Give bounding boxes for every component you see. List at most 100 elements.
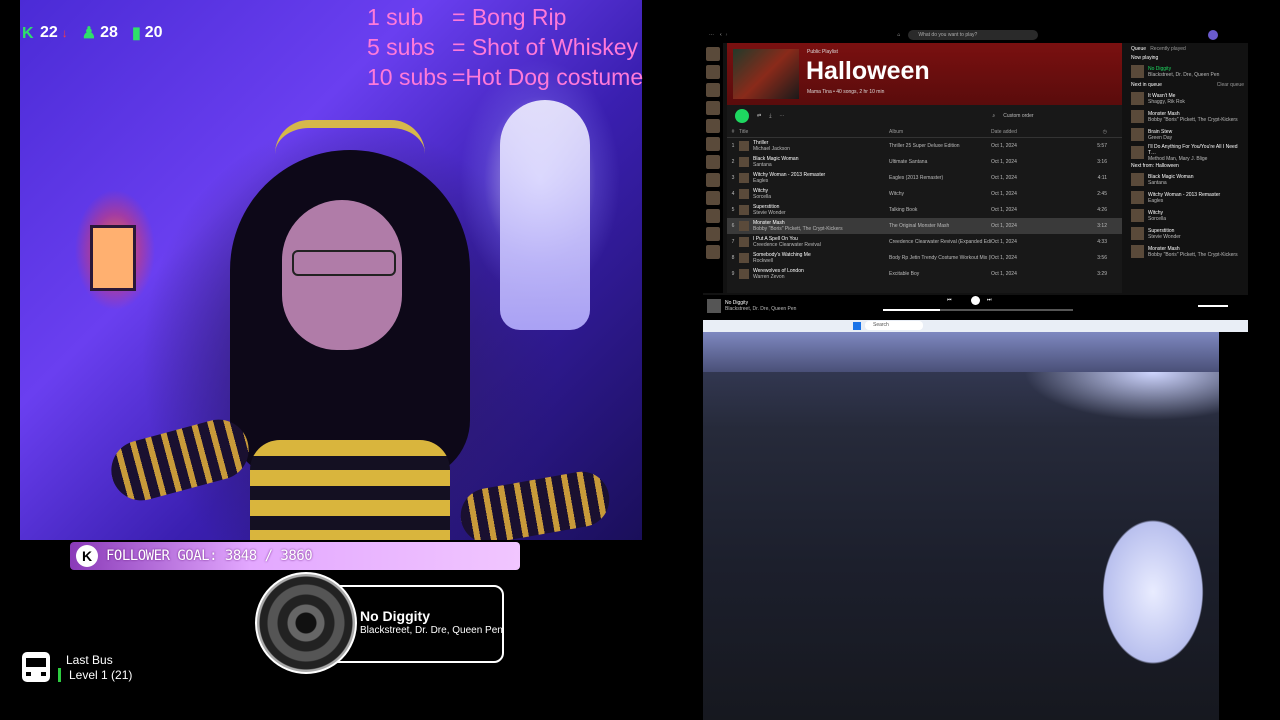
library-item[interactable] — [706, 191, 720, 205]
previous-icon[interactable]: ⏮ — [947, 297, 952, 303]
home-icon[interactable]: ⌂ — [897, 32, 900, 38]
spotify-topbar: ⋯ ‹ › ⌂ What do you want to play? — [703, 27, 1248, 43]
sub-rule-1-count: 1 sub — [367, 4, 424, 30]
track-row[interactable]: 2 Black Magic Woman Santana Ultimate San… — [727, 154, 1122, 170]
track-number: 9 — [731, 271, 735, 277]
track-row[interactable]: 7 I Put A Spell On You Creedence Clearwa… — [727, 234, 1122, 250]
playlist-title: Halloween — [806, 57, 930, 85]
track-duration: 3:12 — [1097, 223, 1107, 229]
library-item[interactable] — [706, 209, 720, 223]
streamer-glasses — [292, 250, 396, 276]
track-row[interactable]: 4 Witchy Sorcella Witchy Oct 1, 2024 2:4… — [727, 186, 1122, 202]
queue-item-artist: Shaggy, Rik Rok — [1148, 98, 1185, 105]
start-icon[interactable] — [853, 322, 861, 330]
queue-item[interactable]: It Wasn't Me Shaggy, Rik Rok — [1131, 91, 1244, 106]
followers-count: 28 — [100, 24, 118, 41]
library-item[interactable] — [706, 119, 720, 133]
next-in-queue-text: Next in queue — [1131, 82, 1162, 88]
track-album: Witchy — [889, 191, 904, 197]
track-table-header: # Title Album Date added ◷ — [727, 127, 1122, 138]
k-stat: K 22 ↓ — [22, 24, 68, 42]
track-row[interactable]: 1 Thriller Michael Jackson Thriller 25 S… — [727, 138, 1122, 154]
track-row[interactable]: 5 Superstition Stevie Wonder Talking Boo… — [727, 202, 1122, 218]
queue-item[interactable]: Black Magic Woman Santana — [1131, 172, 1244, 187]
queue-item[interactable]: Monster Mash Bobby "Boris" Pickett, The … — [1131, 244, 1244, 259]
library-item[interactable] — [706, 83, 720, 97]
album-thumb — [1131, 92, 1144, 105]
track-duration: 4:33 — [1097, 239, 1107, 245]
streamer-right-arm — [456, 467, 614, 540]
track-title-cell: Witchy Woman - 2013 Remaster Eagles — [739, 172, 889, 184]
next-in-queue-label: Next in queue Clear queue — [1131, 82, 1244, 88]
bus-level-count: (21) — [111, 668, 133, 682]
track-duration: 5:57 — [1097, 143, 1107, 149]
queue-item[interactable]: Brain Stew Green Day — [1131, 127, 1244, 142]
track-row[interactable]: 6 Monster Mash Bobby "Boris" Pickett, Th… — [727, 218, 1122, 234]
arrow-down-icon: ↓ — [61, 26, 68, 40]
track-album: Excitable Boy — [889, 271, 920, 277]
library-item[interactable] — [706, 137, 720, 151]
taskbar-search[interactable]: Search — [865, 321, 923, 330]
search-input[interactable]: What do you want to play? — [908, 30, 1039, 40]
album-thumb — [1131, 227, 1144, 240]
back-icon[interactable]: ‹ — [720, 32, 722, 38]
tab-recently-played[interactable]: Recently played — [1150, 46, 1186, 52]
track-date: Oct 1, 2024 — [991, 159, 1017, 165]
library-item[interactable] — [706, 245, 720, 259]
kick-logo-icon: K — [76, 545, 98, 567]
next-icon[interactable]: ⏭ — [987, 297, 992, 303]
queue-item[interactable]: I'll Do Anything For You/You're All I Ne… — [1131, 144, 1244, 162]
queue-item[interactable]: Superstition Stevie Wonder — [1131, 226, 1244, 241]
track-title-cell: Werewolves of London Warren Zevon — [739, 268, 889, 280]
play-button[interactable] — [735, 109, 749, 123]
col-date[interactable]: Date added — [991, 129, 1077, 135]
track-number: 6 — [731, 223, 735, 229]
pause-button[interactable] — [971, 296, 980, 305]
track-artist: Warren Zevon — [753, 274, 785, 280]
track-artist: Stevie Wonder — [753, 210, 786, 216]
album-thumb — [739, 269, 749, 279]
bus-level-label: Level 1 — [69, 668, 108, 682]
dog — [1073, 492, 1219, 692]
col-album[interactable]: Album — [889, 129, 991, 135]
library-item[interactable] — [706, 65, 720, 79]
queue-item[interactable]: Witchy Woman - 2013 Remaster Eagles — [1131, 190, 1244, 205]
menu-icon[interactable]: ⋯ — [709, 32, 714, 38]
sub-rule-3-count: 10 subs — [367, 64, 448, 90]
queue-item[interactable]: Witchy Sorcella — [1131, 208, 1244, 223]
forward-icon[interactable]: › — [726, 32, 728, 38]
more-icon[interactable]: ⋯ — [779, 113, 784, 119]
tab-queue[interactable]: Queue — [1131, 46, 1146, 52]
track-row[interactable]: 3 Witchy Woman - 2013 Remaster Eagles Ea… — [727, 170, 1122, 186]
track-duration: 2:45 — [1097, 191, 1107, 197]
search-icon[interactable]: ⌕ — [992, 113, 995, 119]
clear-queue-button[interactable]: Clear queue — [1217, 82, 1244, 88]
track-album: Creedence Clearwater Revival (Expanded E… — [889, 239, 991, 245]
queue-now-item[interactable]: No Diggity Blackstreet, Dr. Dre, Queen P… — [1131, 64, 1244, 79]
sub-rule-1-reward: = Bong Rip — [452, 4, 567, 30]
library-item[interactable] — [706, 101, 720, 115]
streamer-headband — [275, 120, 425, 154]
library-item[interactable] — [706, 155, 720, 169]
track-row[interactable]: 9 Werewolves of London Warren Zevon Exci… — [727, 266, 1122, 282]
ghost-decoration — [500, 100, 590, 330]
library-item[interactable] — [706, 227, 720, 241]
queue-list: It Wasn't Me Shaggy, Rik Rok Monster Mas… — [1127, 91, 1248, 162]
queue-item[interactable]: Monster Mash Bobby "Boris" Pickett, The … — [1131, 109, 1244, 124]
progress-bar[interactable] — [883, 309, 1073, 311]
volume-slider[interactable] — [1198, 305, 1228, 307]
library-item[interactable] — [706, 173, 720, 187]
download-icon[interactable]: ⤓ — [769, 113, 771, 119]
track-date: Oct 1, 2024 — [991, 223, 1017, 229]
track-artist: Eagles — [753, 178, 769, 184]
library-item[interactable] — [706, 47, 720, 61]
album-thumb — [739, 253, 749, 263]
shuffle-icon[interactable]: ⇄ — [757, 113, 761, 119]
track-row[interactable]: 8 Somebody's Watching Me Rockwell Body R… — [727, 250, 1122, 266]
sort-dropdown[interactable]: Custom order — [1003, 113, 1033, 119]
sub-rule-2-reward: = Shot of Whiskey — [452, 34, 638, 60]
k-count: 22 — [40, 24, 58, 41]
album-thumb — [739, 189, 749, 199]
avatar[interactable] — [1208, 30, 1219, 40]
col-title[interactable]: Title — [739, 129, 889, 135]
